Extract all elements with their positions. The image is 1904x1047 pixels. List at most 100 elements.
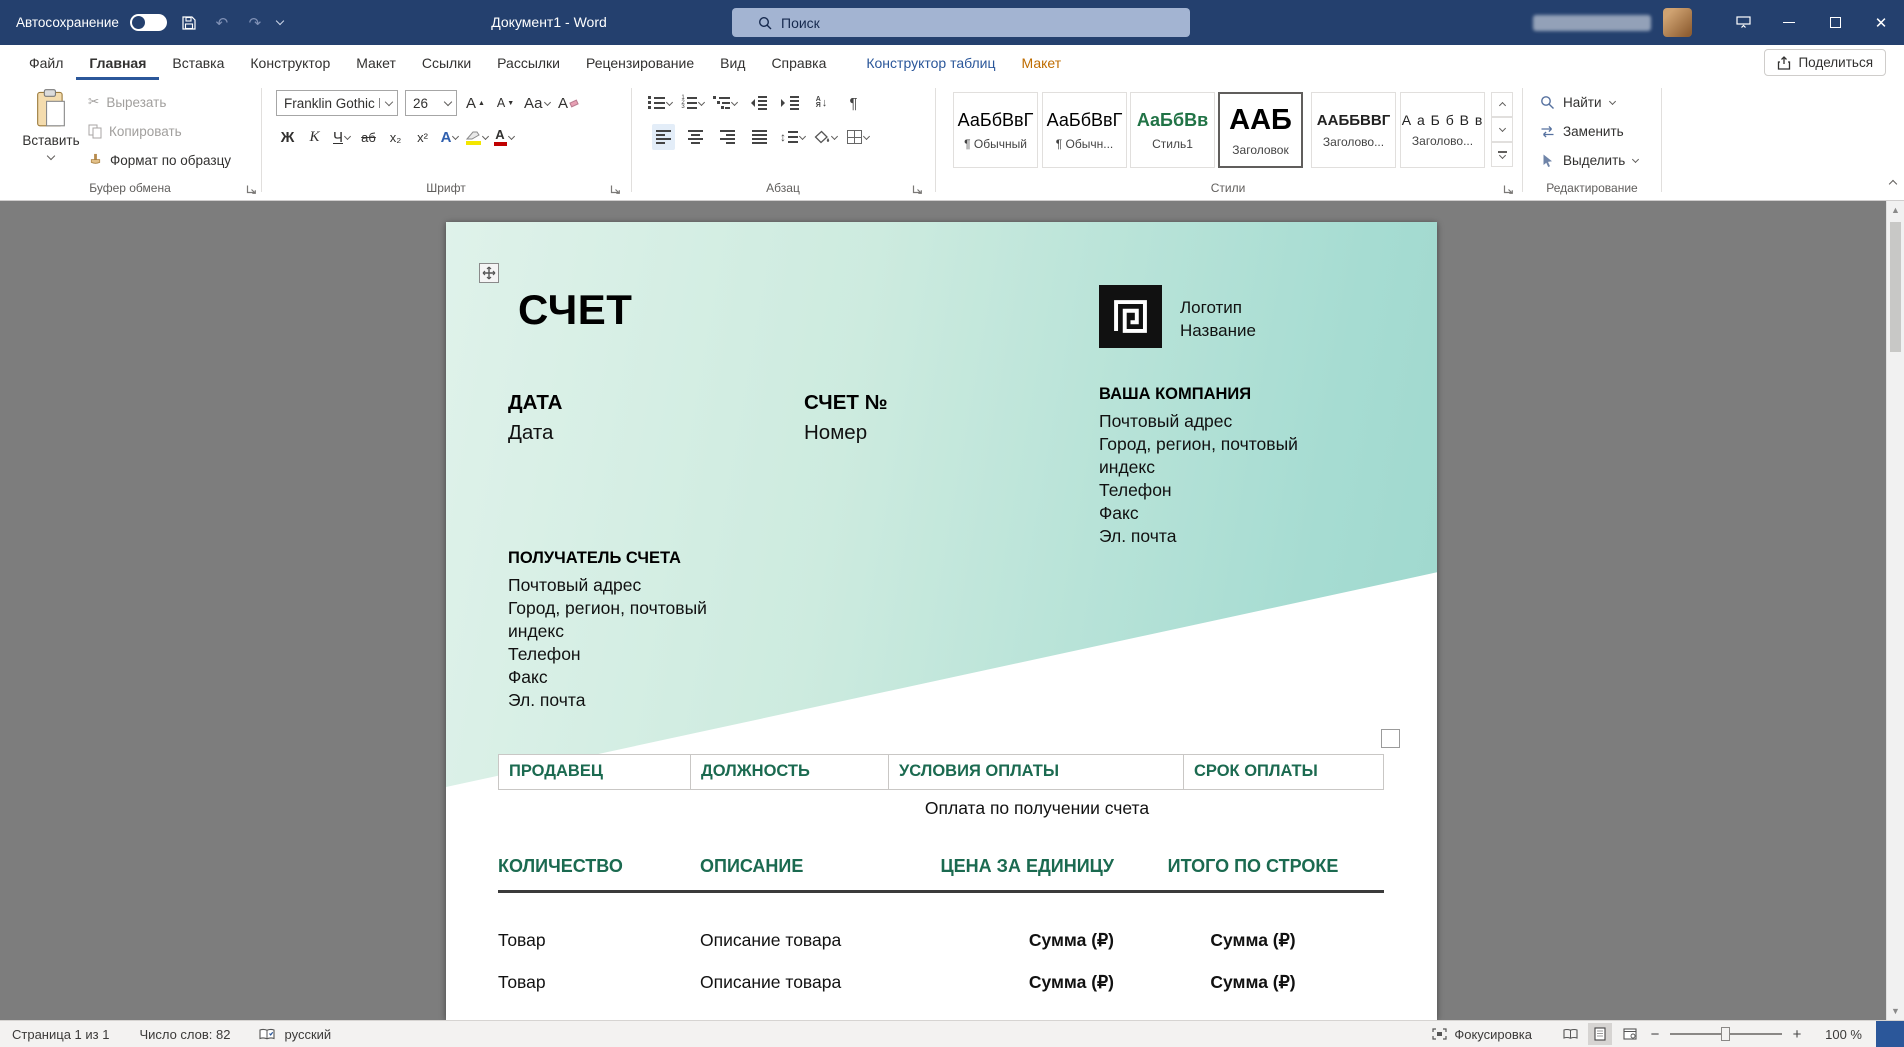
print-layout-button[interactable]: [1588, 1023, 1612, 1045]
select-button[interactable]: Выделить: [1540, 148, 1638, 172]
subscript-button[interactable]: х₂: [384, 124, 407, 150]
close-button[interactable]: ✕: [1858, 0, 1904, 45]
align-right-button[interactable]: [716, 124, 739, 150]
justify-button[interactable]: [748, 124, 771, 150]
tab-file[interactable]: Файл: [16, 45, 76, 80]
read-mode-button[interactable]: [1558, 1023, 1582, 1045]
decrease-indent-button[interactable]: [746, 90, 769, 116]
find-button[interactable]: Найти: [1540, 90, 1615, 114]
replace-button[interactable]: Заменить: [1540, 119, 1624, 143]
search-box[interactable]: Поиск: [732, 8, 1190, 37]
numbering-button[interactable]: 123: [681, 90, 704, 116]
grow-font-button[interactable]: А▲: [464, 90, 487, 116]
word-count[interactable]: Число слов: 82: [139, 1027, 230, 1042]
focus-mode-button[interactable]: Фокусировка: [1432, 1027, 1532, 1042]
sort-button[interactable]: АЯ↓: [810, 90, 833, 116]
format-painter-icon: [88, 153, 103, 168]
change-case-button[interactable]: Аа: [524, 90, 550, 116]
scrollbar-thumb[interactable]: [1890, 222, 1901, 352]
clear-formatting-button[interactable]: А: [557, 90, 580, 116]
style-card-style1[interactable]: АаБбВв Стиль1: [1130, 92, 1215, 168]
maximize-button[interactable]: [1812, 0, 1858, 45]
multilevel-list-button[interactable]: [713, 90, 737, 116]
shrink-font-button[interactable]: А▼: [494, 90, 517, 116]
styles-scroll-down-button[interactable]: [1491, 117, 1513, 142]
paragraph-dialog-launcher-icon[interactable]: [912, 182, 924, 194]
style-card-heading1[interactable]: ААББВВГ Заголово...: [1311, 92, 1396, 168]
tab-review[interactable]: Рецензирование: [573, 45, 707, 80]
increase-indent-icon: [781, 96, 799, 110]
style-card-heading2[interactable]: А а Б б В в Заголово...: [1400, 92, 1485, 168]
item-row[interactable]: Товар Описание товара Сумма (₽) Сумма (₽…: [498, 930, 1384, 951]
ribbon-display-options-icon[interactable]: [1720, 0, 1766, 45]
style-card-heading-selected[interactable]: ААБ Заголовок: [1218, 92, 1303, 168]
text-effects-button[interactable]: А: [438, 124, 461, 150]
highlight-button[interactable]: [465, 124, 488, 150]
zoom-slider-thumb[interactable]: [1721, 1027, 1730, 1041]
autosave-toggle[interactable]: [130, 14, 167, 31]
borders-button[interactable]: [846, 124, 869, 150]
vertical-scrollbar[interactable]: ▲ ▼: [1886, 201, 1904, 1020]
paste-button[interactable]: Вставить: [22, 88, 80, 159]
scroll-up-icon[interactable]: ▲: [1887, 201, 1904, 219]
styles-more-button[interactable]: [1491, 142, 1513, 167]
font-size-combo[interactable]: 26: [405, 90, 457, 116]
item-row[interactable]: Товар Описание товара Сумма (₽) Сумма (₽…: [498, 972, 1384, 993]
page-indicator[interactable]: Страница 1 из 1: [12, 1027, 109, 1042]
format-painter-button[interactable]: Формат по образцу: [88, 148, 231, 172]
tab-layout[interactable]: Макет: [343, 45, 409, 80]
share-button[interactable]: Поделиться: [1764, 49, 1886, 76]
align-left-button[interactable]: [652, 124, 675, 150]
superscript-button[interactable]: х²: [411, 124, 434, 150]
tab-design[interactable]: Конструктор: [237, 45, 343, 80]
proofing-icon[interactable]: [259, 1028, 275, 1041]
tab-help[interactable]: Справка: [758, 45, 839, 80]
tab-insert[interactable]: Вставка: [159, 45, 237, 80]
collapse-ribbon-icon[interactable]: [1890, 174, 1896, 192]
tab-mailings[interactable]: Рассылки: [484, 45, 573, 80]
minimize-button[interactable]: [1766, 0, 1812, 45]
style-card-no-spacing[interactable]: АаБбВвГ ¶ Обычн...: [1042, 92, 1127, 168]
scroll-down-icon[interactable]: ▼: [1887, 1002, 1904, 1020]
font-color-button[interactable]: А: [492, 124, 515, 150]
show-formatting-marks-button[interactable]: ¶: [842, 90, 865, 116]
bullets-button[interactable]: [648, 90, 672, 116]
document-page[interactable]: СЧЕТ Логотип Название ДАТА Дата СЧЕТ № Н…: [446, 222, 1437, 1020]
invoice-info-table[interactable]: ПРОДАВЕЦ ДОЛЖНОСТЬ УСЛОВИЯ ОПЛАТЫ СРОК О…: [498, 754, 1384, 790]
tab-table-layout[interactable]: Макет: [1009, 45, 1075, 80]
tab-view[interactable]: Вид: [707, 45, 758, 80]
qat-customize-chevron-icon[interactable]: [276, 16, 284, 24]
zoom-level[interactable]: 100 %: [1816, 1027, 1862, 1042]
tab-references[interactable]: Ссылки: [409, 45, 484, 80]
language-indicator[interactable]: русский: [285, 1027, 332, 1042]
underline-button[interactable]: Ч: [330, 124, 353, 150]
font-name-combo[interactable]: Franklin Gothic l: [276, 90, 398, 116]
italic-button[interactable]: К: [303, 124, 326, 150]
styles-dialog-launcher-icon[interactable]: [1503, 182, 1515, 194]
styles-scroll-up-button[interactable]: [1491, 92, 1513, 117]
line-spacing-button[interactable]: ↕: [780, 124, 805, 150]
zoom-slider[interactable]: [1670, 1027, 1782, 1041]
save-icon[interactable]: [178, 12, 200, 34]
align-center-button[interactable]: [684, 124, 707, 150]
web-layout-button[interactable]: [1618, 1023, 1642, 1045]
strikethrough-button[interactable]: аб: [357, 124, 380, 150]
replace-arrows-icon: [1540, 125, 1555, 138]
zoom-out-button[interactable]: −: [1648, 1026, 1662, 1043]
font-dialog-launcher-icon[interactable]: [610, 182, 622, 194]
zoom-in-button[interactable]: +: [1790, 1026, 1804, 1043]
shading-button[interactable]: [814, 124, 837, 150]
redo-icon[interactable]: ↷: [244, 12, 266, 34]
tab-table-design[interactable]: Конструктор таблиц: [853, 45, 1008, 80]
user-avatar[interactable]: [1663, 8, 1692, 37]
clipboard-dialog-launcher-icon[interactable]: [246, 182, 258, 194]
style-card-normal[interactable]: АаБбВвГ ¶ Обычный: [953, 92, 1038, 168]
table-move-handle[interactable]: [479, 263, 499, 283]
tab-home[interactable]: Главная: [76, 45, 159, 80]
increase-indent-button[interactable]: [778, 90, 801, 116]
table-resize-checkbox[interactable]: [1381, 729, 1400, 748]
cut-button[interactable]: ✂ Вырезать: [88, 90, 231, 114]
copy-button[interactable]: Копировать: [88, 119, 231, 143]
undo-icon[interactable]: ↶: [211, 12, 233, 34]
bold-button[interactable]: Ж: [276, 124, 299, 150]
